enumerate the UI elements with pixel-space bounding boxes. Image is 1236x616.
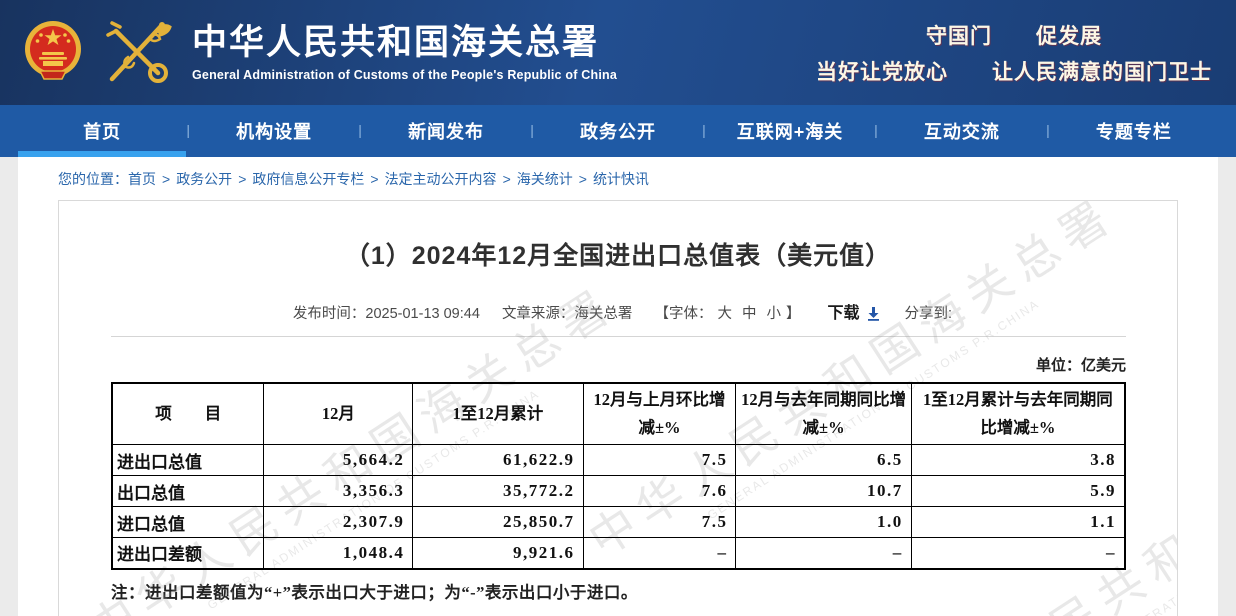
breadcrumb-separator: > xyxy=(162,171,170,187)
site-title-en: General Administration of Customs of the… xyxy=(192,68,617,82)
unit-label: 单位：亿美元 xyxy=(59,354,1126,375)
font-size-large[interactable]: 大 xyxy=(717,306,732,322)
breadcrumb-separator: > xyxy=(238,171,246,187)
value-cell: 1.1 xyxy=(911,507,1125,538)
table-header-row: 项 目12月1至12月累计12月与上月环比增减±%12月与去年同期同比增减±%1… xyxy=(112,383,1125,445)
value-cell: – xyxy=(911,538,1125,569)
publish-time: 发布时间：2025-01-13 09:44 xyxy=(293,306,480,322)
breadcrumb-link[interactable]: 统计快讯 xyxy=(593,171,649,187)
nav-item[interactable]: 政务公开 xyxy=(534,105,702,157)
article-meta: 发布时间：2025-01-13 09:44 文章来源：海关总署 【字体： 大中小】… xyxy=(59,299,1177,323)
value-cell: 3,356.3 xyxy=(264,476,413,507)
nav-item-label: 政务公开 xyxy=(580,118,656,144)
table-row: 进出口总值5,664.261,622.97.56.53.8 xyxy=(112,445,1125,476)
article-source: 文章来源：海关总署 xyxy=(502,306,633,322)
breadcrumb-links: 首页 > 政务公开 > 政府信息公开专栏 > 法定主动公开内容 > 海关统计 > 统计快讯 xyxy=(128,171,649,187)
nav-item-label: 新闻发布 xyxy=(408,118,484,144)
breadcrumb-link[interactable]: 政府信息公开专栏 xyxy=(252,171,364,187)
value-cell: 1,048.4 xyxy=(264,538,413,569)
row-label-cell: 进出口总值 xyxy=(112,445,264,476)
table-header-cell: 项 目 xyxy=(112,383,264,445)
nav-item[interactable]: 专题专栏 xyxy=(1050,105,1218,157)
value-cell: 7.5 xyxy=(583,445,736,476)
breadcrumb-link[interactable]: 首页 xyxy=(128,171,156,187)
table-row: 出口总值3,356.335,772.27.610.75.9 xyxy=(112,476,1125,507)
nav-item[interactable]: 互联网+海关 xyxy=(706,105,874,157)
value-cell: 1.0 xyxy=(736,507,911,538)
nav-item[interactable]: 新闻发布 xyxy=(362,105,530,157)
value-cell: 6.5 xyxy=(736,445,911,476)
value-cell: 2,307.9 xyxy=(264,507,413,538)
page-title: （1）2024年12月全国进出口总值表（美元值） xyxy=(59,236,1177,272)
nav-item-label: 互联网+海关 xyxy=(737,118,844,144)
table-body: 进出口总值5,664.261,622.97.56.53.8出口总值3,356.3… xyxy=(112,445,1125,569)
breadcrumb: 您的位置：首页 > 政务公开 > 政府信息公开专栏 > 法定主动公开内容 > 海关统计 > 统计快讯 xyxy=(18,157,1218,200)
nav-item-label: 互动交流 xyxy=(924,118,1000,144)
font-control-open: 【字体： xyxy=(654,306,712,322)
table-header-cell: 12月与去年同期同比增减±% xyxy=(736,383,911,445)
table-header-cell: 1至12月累计 xyxy=(413,383,583,445)
breadcrumb-separator: > xyxy=(503,171,511,187)
slogan-line-1: 守国门 促发展 xyxy=(816,20,1212,50)
value-cell: 35,772.2 xyxy=(413,476,583,507)
nav-item[interactable]: 首页 xyxy=(18,105,186,157)
value-cell: – xyxy=(736,538,911,569)
table-header-cell: 1至12月累计与去年同期同比增减±% xyxy=(911,383,1125,445)
national-emblem-icon xyxy=(22,19,84,87)
nav-item-label: 首页 xyxy=(83,118,121,144)
value-cell: 7.6 xyxy=(583,476,736,507)
nav-item-label: 机构设置 xyxy=(236,118,312,144)
breadcrumb-link[interactable]: 法定主动公开内容 xyxy=(385,171,497,187)
site-title: 中华人民共和国海关总署 xyxy=(192,23,617,63)
value-cell: 61,622.9 xyxy=(413,445,583,476)
import-export-table: 项 目12月1至12月累计12月与上月环比增减±%12月与去年同期同比增减±%1… xyxy=(111,382,1126,570)
nav-item[interactable]: 互动交流 xyxy=(878,105,1046,157)
share-label: 分享到: xyxy=(905,306,953,322)
nav-items: 首页|机构设置|新闻发布|政务公开|互联网+海关|互动交流|专题专栏 xyxy=(18,105,1218,157)
download-button[interactable]: 下载 xyxy=(828,305,860,322)
table-header-cell: 12月与上月环比增减±% xyxy=(583,383,736,445)
main-nav: 首页|机构设置|新闻发布|政务公开|互联网+海关|互动交流|专题专栏 xyxy=(0,105,1236,157)
font-control-close: 】 xyxy=(786,306,801,322)
table-row: 进出口差额1,048.49,921.6––– xyxy=(112,538,1125,569)
value-cell: 9,921.6 xyxy=(413,538,583,569)
breadcrumb-link[interactable]: 海关统计 xyxy=(517,171,573,187)
value-cell: 5.9 xyxy=(911,476,1125,507)
meta-divider xyxy=(111,336,1126,337)
site-header: 中华人民共和国海关总署 General Administration of Cu… xyxy=(0,0,1236,105)
value-cell: – xyxy=(583,538,736,569)
breadcrumb-separator: > xyxy=(370,171,378,187)
breadcrumb-prefix: 您的位置： xyxy=(58,171,128,187)
article-box: 中华人民共和国海关总署 GENERAL ADMINISTRATION OF CU… xyxy=(58,200,1178,616)
font-size-control: 【字体： 大中小】 xyxy=(654,306,800,322)
customs-logo-icon xyxy=(98,17,176,89)
value-cell: 25,850.7 xyxy=(413,507,583,538)
row-label-cell: 出口总值 xyxy=(112,476,264,507)
value-cell: 3.8 xyxy=(911,445,1125,476)
row-label-cell: 进口总值 xyxy=(112,507,264,538)
value-cell: 7.5 xyxy=(583,507,736,538)
nav-item-label: 专题专栏 xyxy=(1096,118,1172,144)
download-icon[interactable] xyxy=(866,306,881,321)
row-label-cell: 进出口差额 xyxy=(112,538,264,569)
table-row: 进口总值2,307.925,850.77.51.01.1 xyxy=(112,507,1125,538)
font-size-small[interactable]: 小 xyxy=(766,306,781,322)
table-header-cell: 12月 xyxy=(264,383,413,445)
content-area: 您的位置：首页 > 政务公开 > 政府信息公开专栏 > 法定主动公开内容 > 海关统计 > 统计快讯… xyxy=(18,157,1218,616)
nav-item[interactable]: 机构设置 xyxy=(190,105,358,157)
font-size-medium[interactable]: 中 xyxy=(742,306,757,322)
slogan-line-2: 当好让党放心 让人民满意的国门卫士 xyxy=(816,56,1212,86)
header-slogan: 守国门 促发展 当好让党放心 让人民满意的国门卫士 xyxy=(816,20,1212,86)
breadcrumb-separator: > xyxy=(579,171,587,187)
breadcrumb-link[interactable]: 政务公开 xyxy=(176,171,232,187)
value-cell: 10.7 xyxy=(736,476,911,507)
table-note: 注：进出口差额值为“+”表示出口大于进口；为“-”表示出口小于进口。 xyxy=(111,579,1177,603)
value-cell: 5,664.2 xyxy=(264,445,413,476)
